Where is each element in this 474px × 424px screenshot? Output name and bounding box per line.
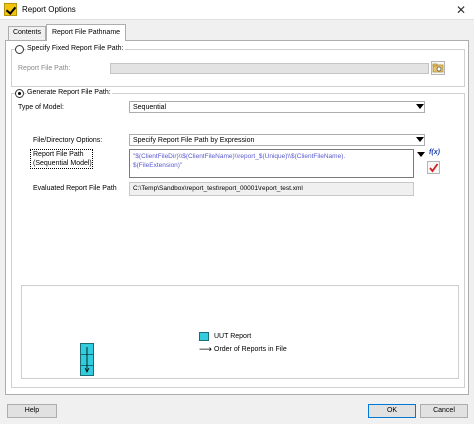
uut-report-legend-label: UUT Report (214, 333, 252, 340)
uut-report-block (80, 343, 94, 376)
report-file-path-label-line2: (Sequential Model) (33, 160, 92, 167)
tab-report-file-pathname[interactable]: Report File Pathname (46, 24, 126, 41)
check-mark-icon (429, 163, 439, 173)
tab-panel-report-file-pathname: Specify Fixed Report File Path: Report F… (5, 40, 469, 395)
type-of-model-label: Type of Model: (18, 104, 64, 111)
file-directory-options-value: Specify Report File Path by Expression (133, 137, 255, 144)
fixed-report-file-path-input (110, 63, 429, 74)
cancel-button[interactable]: Cancel (420, 404, 468, 418)
evaluated-report-file-path-label: Evaluated Report File Path (33, 185, 117, 192)
window-title: Report Options (22, 5, 76, 14)
order-of-reports-legend-label: Order of Reports in File (214, 346, 287, 353)
file-directory-options-chevron-down-icon[interactable] (416, 137, 424, 142)
ok-button[interactable]: OK (368, 404, 416, 418)
report-order-arrow-icon (84, 347, 90, 373)
expression-line-2: $(FileExtension)" (133, 162, 183, 169)
close-icon[interactable]: ✕ (452, 2, 470, 18)
generate-path-radio[interactable] (15, 89, 24, 98)
title-bar: Report Options ✕ (0, 0, 474, 20)
expression-line-1: "$(ClientFileDir)\\$(ClientFileName)\\re… (133, 153, 346, 160)
file-directory-options-select[interactable]: Specify Report File Path by Expression (129, 134, 425, 146)
fixed-path-radio[interactable] (15, 45, 24, 54)
fixed-report-file-path-label: Report File Path: (18, 65, 71, 72)
help-button-label: Help (24, 407, 40, 414)
cancel-button-label: Cancel (433, 407, 455, 414)
folder-browse-button[interactable] (431, 61, 445, 75)
report-file-path-label-line1: Report File Path (33, 151, 84, 158)
ok-button-label: OK (386, 407, 398, 414)
report-order-diagram: UUT Report ⟶ Order of Reports in File (21, 285, 459, 379)
folder-browse-icon (432, 63, 444, 73)
evaluated-report-file-path-value: C:\Temp\Sandbox\report_test\report_00001… (129, 182, 414, 196)
report-file-path-label-box: Report File Path (Sequential Model) (30, 149, 93, 169)
uut-report-legend-swatch (199, 332, 209, 341)
generate-path-option-label: Generate Report File Path: (26, 88, 112, 98)
report-options-app-icon (4, 3, 17, 16)
report-file-path-expression-input[interactable]: "$(ClientFileDir)\\$(ClientFileName)\\re… (129, 149, 414, 178)
order-arrow-legend-icon: ⟶ (199, 344, 212, 354)
tab-contents[interactable]: Contents (8, 26, 46, 40)
expression-dropdown-chevron-down-icon[interactable] (417, 152, 425, 157)
help-button[interactable]: Help (7, 404, 57, 418)
type-of-model-select[interactable]: Sequential (129, 101, 425, 113)
fixed-path-option-label: Specify Fixed Report File Path: (26, 44, 125, 54)
check-expression-button[interactable] (427, 161, 440, 174)
type-of-model-value: Sequential (133, 104, 167, 111)
file-directory-options-label: File/Directory Options: (33, 137, 103, 144)
type-of-model-chevron-down-icon[interactable] (416, 104, 424, 109)
expression-browser-fx-icon[interactable]: f(x) (427, 147, 442, 158)
